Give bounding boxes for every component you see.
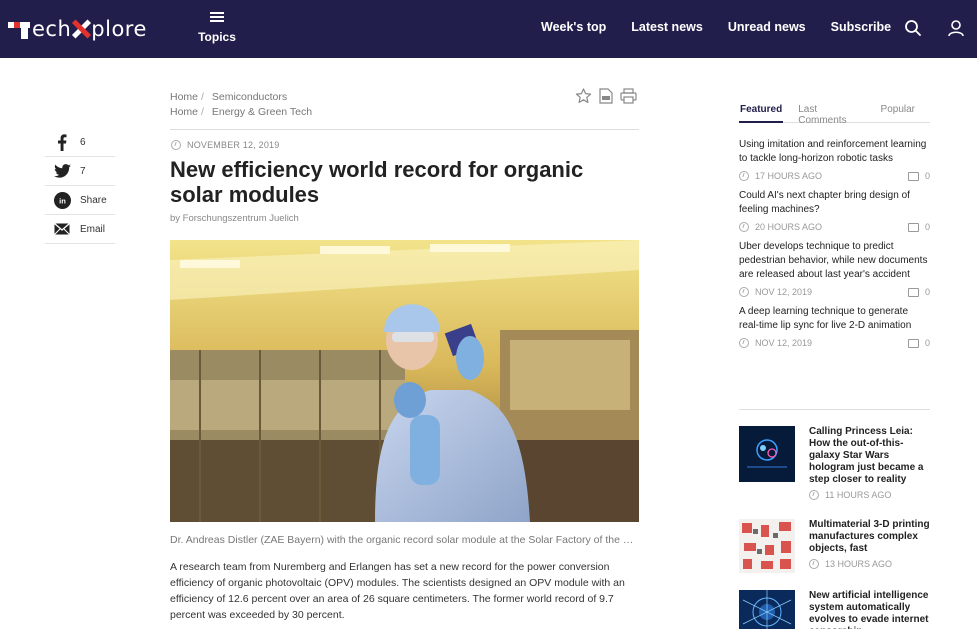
related-article-title[interactable]: Multimaterial 3-D printing manufactures … bbox=[809, 519, 931, 555]
clock-icon bbox=[809, 490, 819, 500]
svg-text:in: in bbox=[59, 196, 66, 205]
comment-icon bbox=[907, 171, 919, 181]
photo-caption: Dr. Andreas Distler (ZAE Bayern) with th… bbox=[170, 534, 639, 546]
nav-unread-news[interactable]: Unread news bbox=[728, 20, 806, 34]
article-title: New efficiency world record for organic … bbox=[170, 157, 584, 207]
nav-subscribe[interactable]: Subscribe bbox=[831, 20, 891, 34]
comment-icon bbox=[907, 338, 919, 348]
feed-item-time: NOV 12, 2019 bbox=[755, 287, 813, 297]
clock-icon bbox=[739, 171, 749, 181]
clock-icon bbox=[739, 338, 749, 348]
article-byline: by Forschungszentrum Juelich bbox=[170, 213, 299, 224]
twitter-icon bbox=[53, 162, 71, 180]
sidebar-divider bbox=[739, 409, 930, 410]
linkedin-share-label: Share bbox=[80, 194, 107, 206]
feed-item-comments: 0 bbox=[924, 222, 930, 232]
article-tools bbox=[575, 88, 644, 109]
hamburger-icon bbox=[210, 12, 224, 22]
article-photo[interactable] bbox=[170, 240, 639, 522]
feed-scroll-fade bbox=[739, 396, 930, 410]
share-linkedin[interactable]: in Share bbox=[45, 186, 115, 215]
share-email[interactable]: Email bbox=[45, 215, 115, 244]
sidebar-tabs: Featured Last Comments Popular bbox=[739, 101, 930, 126]
user-account-icon[interactable] bbox=[947, 19, 965, 37]
share-sidebar: 6 7 in Share Email bbox=[45, 128, 115, 244]
linkedin-icon: in bbox=[53, 191, 71, 209]
related-article-thumbnail[interactable] bbox=[739, 426, 795, 482]
article-divider bbox=[170, 129, 639, 130]
tab-last-comments[interactable]: Last Comments bbox=[797, 101, 865, 126]
comment-icon bbox=[907, 287, 919, 297]
techxplore-logo[interactable]: ech plore bbox=[8, 16, 147, 42]
nav-latest-news[interactable]: Latest news bbox=[631, 20, 703, 34]
comment-icon bbox=[907, 222, 919, 232]
email-icon bbox=[53, 220, 71, 238]
list-item[interactable]: Using imitation and reinforcement learni… bbox=[739, 138, 930, 181]
topics-menu-button[interactable]: Topics bbox=[197, 12, 237, 46]
related-article-title[interactable]: New artificial intelligence system autom… bbox=[809, 590, 930, 629]
feed-item-title[interactable]: Uber develops technique to predict pedes… bbox=[739, 240, 930, 282]
facebook-icon bbox=[53, 133, 71, 151]
list-item[interactable]: Could AI's next chapter bring design of … bbox=[739, 189, 930, 232]
twitter-share-count: 7 bbox=[80, 165, 86, 177]
breadcrumb: Home / Semiconductors Home / Energy & Gree… bbox=[170, 91, 313, 118]
list-item[interactable]: Uber develops technique to predict pedes… bbox=[739, 240, 930, 297]
list-item[interactable]: A deep learning technique to generate re… bbox=[739, 305, 930, 348]
facebook-share-count: 6 bbox=[80, 136, 86, 148]
pdf-download-icon[interactable] bbox=[599, 88, 613, 109]
clock-icon bbox=[171, 140, 181, 150]
feed-item-comments: 0 bbox=[924, 338, 930, 348]
related-article[interactable]: Calling Princess Leia: How the out-of-th… bbox=[739, 426, 931, 500]
related-article-thumbnail[interactable] bbox=[739, 519, 795, 573]
clock-icon bbox=[739, 287, 749, 297]
bookmark-star-icon[interactable] bbox=[575, 88, 592, 109]
feed-item-title[interactable]: Could AI's next chapter bring design of … bbox=[739, 189, 930, 217]
related-article-time: 11 HOURS AGO bbox=[825, 490, 892, 500]
email-share-label: Email bbox=[80, 223, 106, 235]
related-article-title[interactable]: Calling Princess Leia: How the out-of-th… bbox=[809, 426, 931, 486]
feed-item-title[interactable]: A deep learning technique to generate re… bbox=[739, 305, 930, 333]
related-article[interactable]: New artificial intelligence system autom… bbox=[739, 590, 930, 629]
related-article[interactable]: Multimaterial 3-D printing manufactures … bbox=[739, 519, 930, 589]
breadcrumb-home[interactable]: Home bbox=[170, 91, 198, 103]
topics-label: Topics bbox=[198, 30, 236, 44]
logo-t-mark bbox=[8, 18, 32, 40]
main-nav: Week's top Latest news Unread news Subsc… bbox=[541, 20, 916, 34]
breadcrumb-section[interactable]: Energy & Green Tech bbox=[212, 106, 312, 118]
feed-item-time: NOV 12, 2019 bbox=[755, 338, 813, 348]
share-twitter[interactable]: 7 bbox=[45, 157, 115, 186]
top-navigation-bar: ech plore Topics Week's top Latest news … bbox=[0, 0, 977, 58]
clock-icon bbox=[739, 222, 749, 232]
tab-popular[interactable]: Popular bbox=[880, 101, 916, 123]
featured-feed: Using imitation and reinforcement learni… bbox=[739, 138, 930, 408]
share-facebook[interactable]: 6 bbox=[45, 128, 115, 157]
article-date: NOVEMBER 12, 2019 bbox=[171, 140, 279, 150]
clock-icon bbox=[809, 559, 819, 569]
article-body: A research team from Nuremberg and Erlan… bbox=[170, 561, 625, 621]
article-date-text: NOVEMBER 12, 2019 bbox=[187, 140, 280, 150]
search-icon[interactable] bbox=[904, 19, 922, 37]
breadcrumb-home[interactable]: Home bbox=[170, 106, 198, 118]
breadcrumb-section[interactable]: Semiconductors bbox=[212, 91, 287, 103]
related-article-thumbnail[interactable] bbox=[739, 590, 795, 629]
related-article-time: 13 HOURS AGO bbox=[825, 559, 893, 569]
logo-text-part-1: ech bbox=[32, 17, 72, 41]
logo-x-mark bbox=[72, 19, 92, 39]
nav-weeks-top[interactable]: Week's top bbox=[541, 20, 606, 34]
feed-item-comments: 0 bbox=[924, 287, 930, 297]
tab-featured[interactable]: Featured bbox=[739, 101, 784, 123]
print-icon[interactable] bbox=[620, 88, 637, 109]
feed-item-time: 17 HOURS AGO bbox=[755, 171, 823, 181]
feed-item-title[interactable]: Using imitation and reinforcement learni… bbox=[739, 138, 930, 166]
feed-item-comments: 0 bbox=[924, 171, 930, 181]
feed-item-time: 20 HOURS AGO bbox=[755, 222, 823, 232]
logo-text-part-2: plore bbox=[91, 17, 147, 41]
